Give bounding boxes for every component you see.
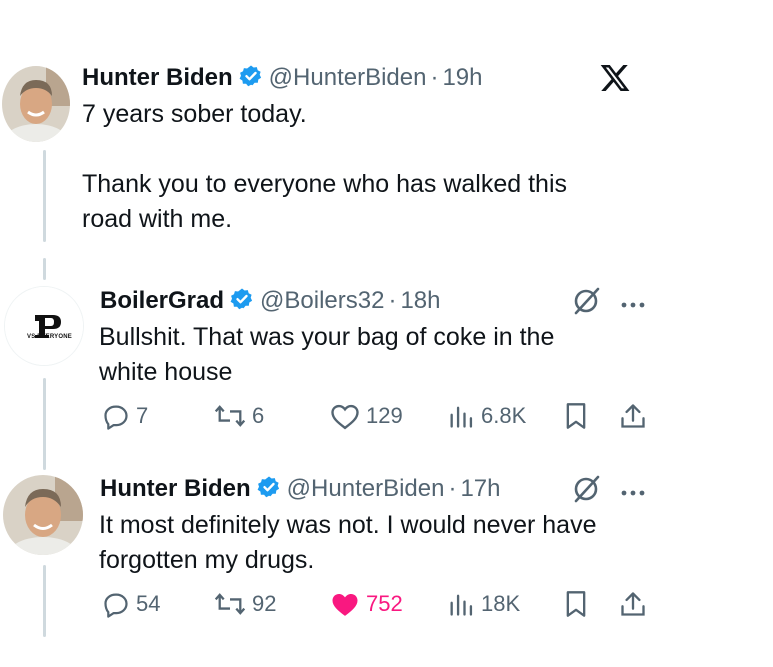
separator-dot: ·	[448, 475, 457, 502]
repost-button[interactable]: 6	[214, 402, 264, 430]
reply-icon	[104, 405, 128, 430]
bookmark-icon	[566, 591, 586, 617]
more-icon[interactable]	[620, 484, 646, 502]
tweet-text-line: forgotten my drugs.	[99, 546, 315, 574]
tweet-header: Hunter Biden @HunterBiden · 17h	[100, 474, 501, 504]
separator-dot: ·	[430, 64, 439, 91]
reply-icon	[104, 593, 128, 618]
timestamp[interactable]: 18h	[400, 287, 440, 315]
repost-count: 6	[252, 403, 265, 428]
views-icon	[450, 406, 473, 428]
like-icon	[332, 594, 358, 616]
tweet-text-line: white house	[99, 358, 233, 386]
reply-count: 54	[136, 591, 161, 616]
views-button[interactable]: 18K	[447, 590, 520, 618]
more-icon[interactable]	[620, 296, 646, 314]
tweet-text: 7 years sober today.	[82, 97, 307, 132]
tweet-text-line: Bullshit. That was your bag of coke in t…	[99, 323, 555, 351]
author-handle[interactable]: @HunterBiden	[269, 64, 427, 92]
separator-dot: ·	[388, 287, 397, 314]
share-button[interactable]	[620, 590, 646, 618]
reply-count: 7	[136, 403, 149, 428]
views-icon	[450, 594, 473, 616]
grok-icon[interactable]	[570, 287, 604, 320]
tweet-text: Thank you to everyone who has walked thi…	[82, 167, 567, 237]
bookmark-button[interactable]	[564, 402, 588, 430]
like-button[interactable]: 752	[330, 590, 403, 618]
avatar[interactable]	[4, 286, 84, 366]
repost-icon	[214, 405, 246, 427]
tweet-text: Bullshit. That was your bag of coke in t…	[99, 320, 554, 390]
views-count: 18K	[481, 591, 521, 616]
tweet-header: Hunter Biden @HunterBiden · 19h	[82, 63, 483, 93]
timestamp[interactable]: 19h	[442, 64, 482, 92]
tweet-header: BoilerGrad @Boilers32 · 18h	[100, 286, 441, 316]
share-icon	[621, 404, 645, 428]
reply-button[interactable]: 54	[102, 590, 160, 618]
avatar[interactable]	[2, 66, 70, 142]
tweet-actions: 7 6 129 6.8K	[0, 402, 773, 438]
like-button[interactable]: 129	[330, 402, 403, 430]
x-logo-icon[interactable]	[598, 62, 632, 99]
bookmark-icon	[566, 403, 586, 429]
reply-button[interactable]: 7	[102, 402, 148, 430]
verified-badge-icon	[257, 475, 281, 504]
bookmark-button[interactable]	[564, 590, 588, 618]
share-button[interactable]	[620, 402, 646, 430]
author-handle[interactable]: @Boilers32	[260, 287, 384, 315]
verified-badge-icon	[239, 64, 263, 93]
share-icon	[621, 592, 645, 616]
author-name[interactable]: BoilerGrad	[100, 287, 224, 315]
views-count: 6.8K	[481, 403, 527, 428]
tweet-text-line: It most definitely was not. I would neve…	[99, 511, 597, 539]
views-button[interactable]: 6.8K	[447, 402, 526, 430]
author-handle[interactable]: @HunterBiden	[287, 475, 445, 503]
author-name[interactable]: Hunter Biden	[82, 64, 233, 92]
tweet-text-line: 7 years sober today.	[82, 100, 307, 128]
repost-icon	[214, 593, 246, 615]
avatar-caption: VS EVERYONE	[27, 334, 72, 340]
like-count: 752	[366, 591, 403, 616]
tweet-actions: 54 92 752 18K	[0, 590, 773, 626]
tweet-text-line: Thank you to everyone who has walked thi…	[82, 170, 567, 198]
tweet-text: It most definitely was not. I would neve…	[99, 508, 596, 578]
grok-icon[interactable]	[570, 475, 604, 508]
thread-line	[43, 258, 46, 280]
repost-button[interactable]: 92	[214, 590, 276, 618]
like-count: 129	[366, 403, 403, 428]
timestamp[interactable]: 17h	[460, 475, 500, 503]
like-icon	[331, 404, 359, 430]
verified-badge-icon	[230, 287, 254, 316]
repost-count: 92	[252, 591, 277, 616]
author-name[interactable]: Hunter Biden	[100, 475, 251, 503]
tweet-text-line: road with me.	[82, 205, 233, 233]
avatar[interactable]	[3, 475, 83, 555]
thread-line	[43, 150, 46, 242]
